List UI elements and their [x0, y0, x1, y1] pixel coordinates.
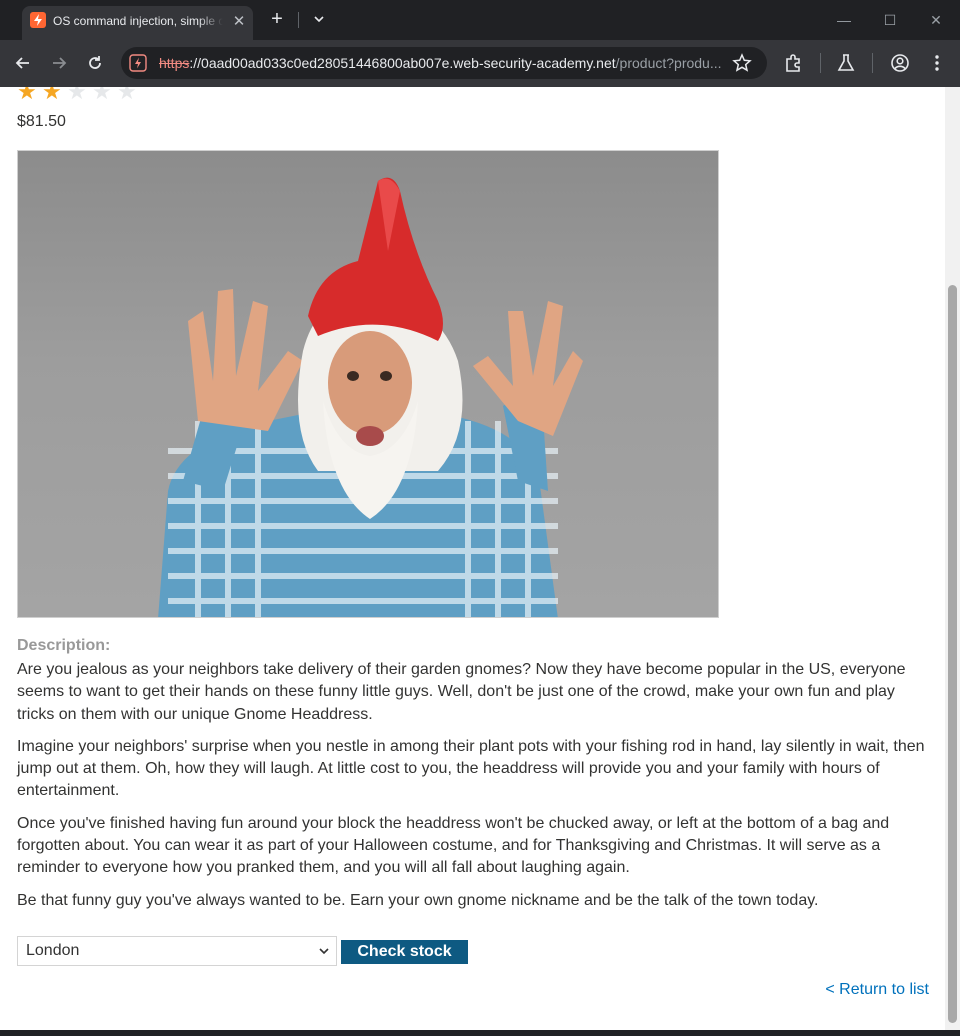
profile-icon[interactable] — [889, 52, 911, 74]
toolbar-separator — [872, 53, 873, 73]
minimize-icon[interactable]: — — [832, 8, 856, 32]
chevron-down-icon — [318, 937, 330, 975]
tab-separator — [298, 12, 299, 28]
star-filled-icon: ★ — [17, 87, 37, 104]
extensions-icon[interactable] — [782, 52, 804, 74]
portswigger-favicon-icon — [30, 12, 46, 28]
page-scrollbar[interactable] — [945, 87, 960, 1030]
product-description: Are you jealous as your neighbors take d… — [17, 659, 929, 922]
star-filled-icon: ★ — [42, 87, 62, 104]
url-scheme: https — [159, 55, 190, 71]
store-select-value: London — [26, 942, 80, 959]
url-text[interactable]: https://0aad00ad033c0ed28051446800ab007e… — [159, 54, 721, 72]
return-to-list-link[interactable]: < Return to list — [825, 981, 929, 999]
url-host: ://0aad00ad033c0ed28051446800ab007e.web-… — [189, 55, 616, 71]
star-empty-icon: ★ — [67, 87, 87, 104]
forward-icon[interactable] — [46, 50, 72, 76]
close-window-icon[interactable]: ✕ — [924, 8, 948, 32]
page-viewport: ★ ★ ★ ★ ★ $81.50 Description: Are you je… — [0, 87, 945, 1030]
star-empty-icon: ★ — [117, 87, 137, 104]
new-tab-icon[interactable]: + — [266, 8, 288, 30]
tab-strip: OS command injection, simple case ✕ + — … — [0, 0, 960, 40]
maximize-icon[interactable]: ☐ — [878, 8, 902, 32]
browser-tab[interactable]: OS command injection, simple case ✕ — [22, 6, 253, 40]
url-path: /product?produ... — [615, 55, 721, 71]
product-price: $81.50 — [17, 113, 66, 130]
description-paragraph: Are you jealous as your neighbors take d… — [17, 661, 906, 723]
product-image — [17, 150, 719, 618]
store-select[interactable]: London — [17, 936, 337, 966]
browser-toolbar: https://0aad00ad033c0ed28051446800ab007e… — [0, 40, 960, 87]
description-label: Description: — [17, 637, 111, 654]
scrollbar-thumb[interactable] — [948, 285, 957, 1023]
tab-title: OS command injection, simple case — [53, 14, 223, 28]
description-paragraph: Imagine your neighbors' surprise when yo… — [17, 737, 925, 800]
tab-close-icon[interactable]: ✕ — [229, 12, 249, 32]
menu-kebab-icon[interactable] — [926, 52, 948, 74]
bookmark-star-icon[interactable] — [731, 53, 753, 73]
tab-search-chevron-icon[interactable] — [308, 8, 330, 30]
back-icon[interactable] — [10, 50, 36, 76]
rating-stars: ★ ★ ★ ★ ★ — [17, 87, 142, 103]
address-bar[interactable]: https://0aad00ad033c0ed28051446800ab007e… — [121, 47, 767, 79]
toolbar-separator — [820, 53, 821, 73]
description-paragraph: Be that funny guy you've always wanted t… — [17, 891, 819, 909]
description-paragraph: Once you've finished having fun around y… — [17, 814, 890, 877]
labs-flask-icon[interactable] — [835, 52, 857, 74]
site-info-icon[interactable] — [129, 54, 147, 72]
window-frame-bottom — [0, 1030, 960, 1036]
star-empty-icon: ★ — [92, 87, 112, 104]
check-stock-button[interactable]: Check stock — [341, 940, 468, 964]
reload-icon[interactable] — [82, 50, 108, 76]
